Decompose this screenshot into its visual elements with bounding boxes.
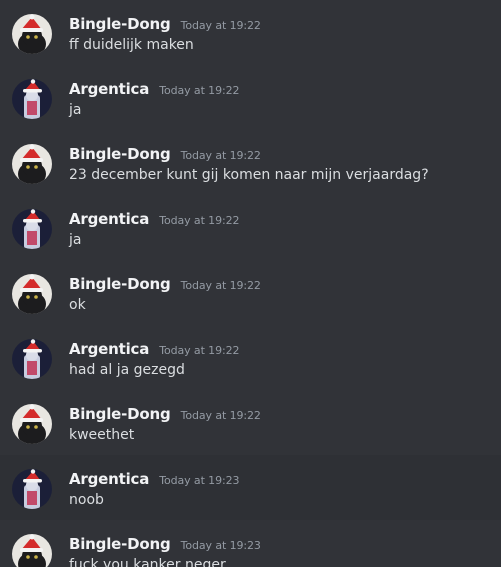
cartoon-character-icon <box>12 339 52 379</box>
avatar-argentica[interactable] <box>12 209 52 249</box>
message-text: ff duidelijk maken <box>69 37 194 53</box>
timestamp[interactable]: Today at 19:22 <box>159 214 239 227</box>
username[interactable]: Bingle-Dong <box>69 145 171 163</box>
message-text: fuck you kanker neger <box>69 557 226 567</box>
message-header: Argentica Today at 19:22 <box>69 79 239 99</box>
message-list: Bingle-Dong Today at 19:22 ff duidelijk … <box>0 0 501 567</box>
avatar-argentica[interactable] <box>12 339 52 379</box>
black-cat-icon <box>12 404 52 444</box>
avatar-argentica[interactable] <box>12 469 52 509</box>
username[interactable]: Argentica <box>69 340 149 358</box>
message-header: Bingle-Dong Today at 19:23 <box>69 534 261 554</box>
message-item: Bingle-Dong Today at 19:22 ff duidelijk … <box>0 0 501 65</box>
cartoon-character-icon <box>12 469 52 509</box>
message-header: Bingle-Dong Today at 19:22 <box>69 274 261 294</box>
avatar-bingle-dong[interactable] <box>12 404 52 444</box>
message-item: Argentica Today at 19:22 had al ja gezeg… <box>0 325 501 390</box>
message-header: Bingle-Dong Today at 19:22 <box>69 404 261 424</box>
black-cat-icon <box>12 14 52 54</box>
avatar-bingle-dong[interactable] <box>12 144 52 184</box>
message-item: Bingle-Dong Today at 19:22 ok <box>0 260 501 325</box>
message-text: kweethet <box>69 427 135 443</box>
username[interactable]: Argentica <box>69 80 149 98</box>
timestamp[interactable]: Today at 19:23 <box>181 539 261 552</box>
message-text: ja <box>69 232 82 248</box>
message-item: Bingle-Dong Today at 19:22 23 december k… <box>0 130 501 195</box>
avatar-argentica[interactable] <box>12 79 52 119</box>
timestamp[interactable]: Today at 19:22 <box>181 19 261 32</box>
timestamp[interactable]: Today at 19:23 <box>159 474 239 487</box>
message-header: Argentica Today at 19:23 <box>69 469 239 489</box>
message-item: Argentica Today at 19:22 ja <box>0 65 501 130</box>
username[interactable]: Bingle-Dong <box>69 275 171 293</box>
username[interactable]: Bingle-Dong <box>69 405 171 423</box>
timestamp[interactable]: Today at 19:22 <box>181 409 261 422</box>
avatar-bingle-dong[interactable] <box>12 274 52 314</box>
username[interactable]: Argentica <box>69 210 149 228</box>
timestamp[interactable]: Today at 19:22 <box>181 279 261 292</box>
username[interactable]: Argentica <box>69 470 149 488</box>
timestamp[interactable]: Today at 19:22 <box>181 149 261 162</box>
avatar-bingle-dong[interactable] <box>12 534 52 567</box>
username[interactable]: Bingle-Dong <box>69 535 171 553</box>
black-cat-icon <box>12 274 52 314</box>
message-text: 23 december kunt gij komen naar mijn ver… <box>69 167 429 183</box>
message-item: Argentica Today at 19:23 noob <box>0 455 501 520</box>
message-header: Argentica Today at 19:22 <box>69 339 239 359</box>
message-item: Bingle-Dong Today at 19:22 kweethet <box>0 390 501 455</box>
message-header: Argentica Today at 19:22 <box>69 209 239 229</box>
message-text: noob <box>69 492 104 508</box>
cartoon-character-icon <box>12 209 52 249</box>
message-header: Bingle-Dong Today at 19:22 <box>69 144 261 164</box>
message-text: had al ja gezegd <box>69 362 185 378</box>
cartoon-character-icon <box>12 79 52 119</box>
timestamp[interactable]: Today at 19:22 <box>159 84 239 97</box>
message-item: Argentica Today at 19:22 ja <box>0 195 501 260</box>
avatar-bingle-dong[interactable] <box>12 14 52 54</box>
username[interactable]: Bingle-Dong <box>69 15 171 33</box>
message-text: ja <box>69 102 82 118</box>
black-cat-icon <box>12 534 52 567</box>
timestamp[interactable]: Today at 19:22 <box>159 344 239 357</box>
message-item: Bingle-Dong Today at 19:23 fuck you kank… <box>0 520 501 567</box>
message-text: ok <box>69 297 86 313</box>
message-header: Bingle-Dong Today at 19:22 <box>69 14 261 34</box>
black-cat-icon <box>12 144 52 184</box>
